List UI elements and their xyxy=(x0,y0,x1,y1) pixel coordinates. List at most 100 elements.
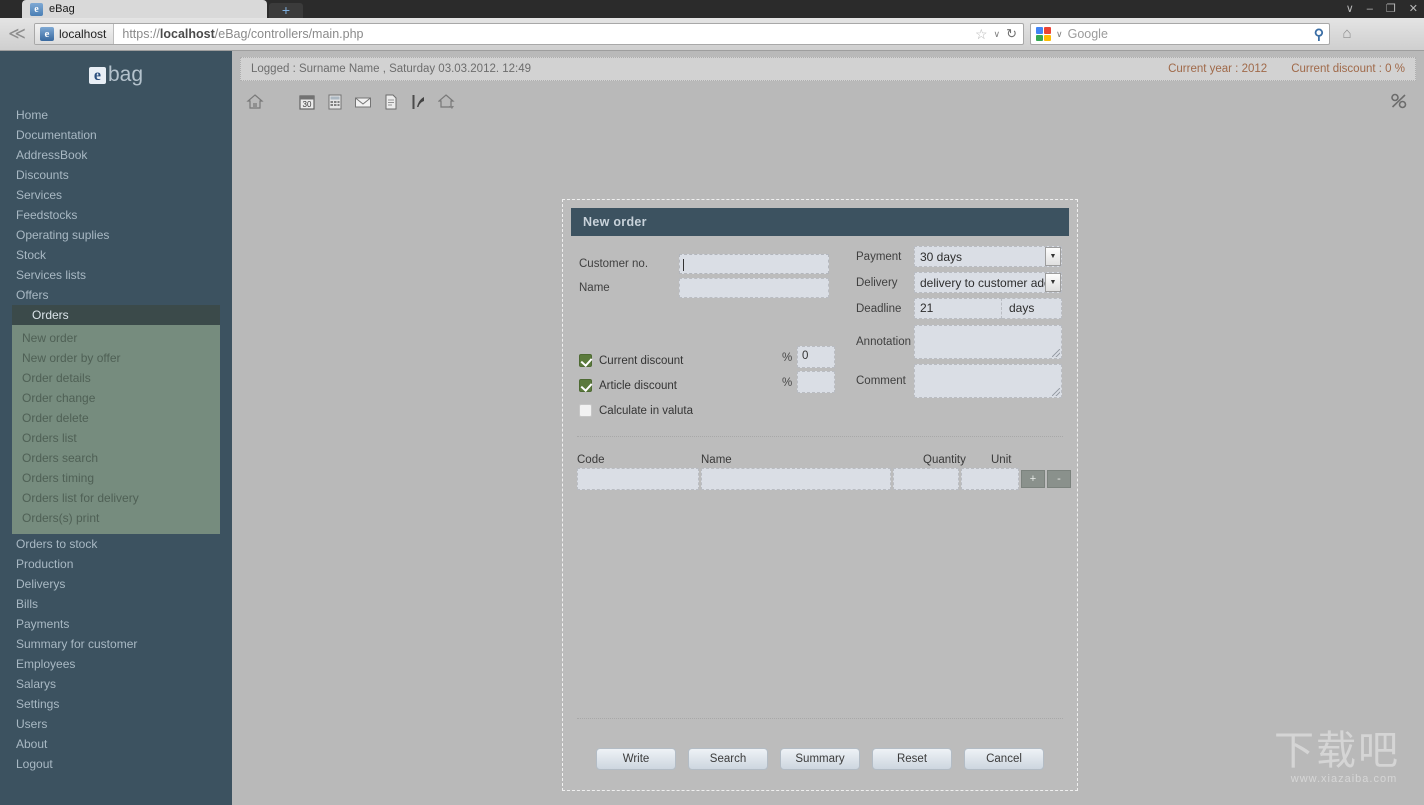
reset-button[interactable]: Reset xyxy=(872,748,952,770)
sidebar-item-orders-to-stock[interactable]: Orders to stock xyxy=(0,534,232,554)
chart-icon[interactable] xyxy=(410,93,428,111)
item-unit-input[interactable] xyxy=(961,468,1019,490)
sidebar-item-documentation[interactable]: Documentation xyxy=(0,125,232,145)
sidebar-item-stock[interactable]: Stock xyxy=(0,245,232,265)
maximize-icon[interactable]: ❐ xyxy=(1386,0,1396,18)
submenu-item-new-order-by-offer[interactable]: New order by offer xyxy=(12,348,220,368)
back-icon[interactable]: ≪ xyxy=(6,23,28,45)
bookmark-star-icon[interactable]: ☆ xyxy=(975,26,988,43)
reload-icon[interactable]: ↻ xyxy=(1006,26,1017,42)
sidebar-item-settings[interactable]: Settings xyxy=(0,694,232,714)
browser-tab[interactable]: e eBag xyxy=(22,0,267,18)
sidebar-item-payments[interactable]: Payments xyxy=(0,614,232,634)
sidebar-item-summary-for-customer[interactable]: Summary for customer xyxy=(0,634,232,654)
document-icon[interactable] xyxy=(382,93,400,111)
annotation-textarea[interactable] xyxy=(914,325,1062,359)
home-icon[interactable] xyxy=(246,93,264,111)
sidebar-item-services-lists[interactable]: Services lists xyxy=(0,265,232,285)
new-tab-button[interactable]: + xyxy=(269,3,303,18)
sidebar-item-production[interactable]: Production xyxy=(0,554,232,574)
submenu-item-order-details[interactable]: Order details xyxy=(12,368,220,388)
submenu-item-orders-search[interactable]: Orders search xyxy=(12,448,220,468)
search-button[interactable]: Search xyxy=(688,748,768,770)
item-quantity-input[interactable] xyxy=(893,468,959,490)
summary-button[interactable]: Summary xyxy=(780,748,860,770)
chevron-down-icon[interactable]: ∨ xyxy=(994,29,1001,40)
sidebar-item-services[interactable]: Services xyxy=(0,185,232,205)
site-identity-button[interactable]: e localhost xyxy=(35,24,115,44)
payment-select[interactable]: 30 days ▼ xyxy=(914,246,1062,267)
percent-icon[interactable] xyxy=(1390,92,1408,110)
article-discount-input[interactable] xyxy=(797,371,835,393)
submenu-item-order-delete[interactable]: Order delete xyxy=(12,408,220,428)
comment-textarea[interactable] xyxy=(914,364,1062,398)
sidebar-item-deliverys[interactable]: Deliverys xyxy=(0,574,232,594)
submenu-item-orders-list-delivery[interactable]: Orders list for delivery xyxy=(12,488,220,508)
close-icon[interactable]: ✕ xyxy=(1409,0,1418,18)
sidebar-item-offers[interactable]: Offers xyxy=(0,285,232,305)
mail-icon[interactable] xyxy=(354,93,372,111)
submenu-item-order-change[interactable]: Order change xyxy=(12,388,220,408)
remove-item-button[interactable]: - xyxy=(1047,470,1071,488)
current-year: Current year : 2012 xyxy=(1168,63,1268,75)
submenu-item-new-order[interactable]: New order xyxy=(12,328,220,348)
sidebar-item-employees[interactable]: Employees xyxy=(0,654,232,674)
submenu-item-orders-timing[interactable]: Orders timing xyxy=(12,468,220,488)
chevron-down-icon[interactable]: ▼ xyxy=(1045,273,1061,292)
customer-no-input[interactable] xyxy=(679,254,829,274)
item-code-input[interactable] xyxy=(577,468,699,490)
window-controls: ∨ – ❐ ✕ xyxy=(1346,0,1418,18)
submenu-item-orders-list[interactable]: Orders list xyxy=(12,428,220,448)
current-discount-input[interactable]: 0 xyxy=(797,346,835,368)
percent-sign-current: % xyxy=(782,352,793,364)
new-order-panel: New order Customer no. Name Current disc… xyxy=(562,199,1078,791)
article-discount-checkbox[interactable] xyxy=(579,379,592,392)
item-name-input[interactable] xyxy=(701,468,891,490)
search-icon[interactable]: ⚲ xyxy=(1314,26,1324,43)
sidebar-item-home[interactable]: Home xyxy=(0,105,232,125)
table-header-row: Code Name Quantity Unit xyxy=(577,454,1071,466)
sidebar-item-about[interactable]: About xyxy=(0,734,232,754)
calculate-in-valuta-checkbox[interactable] xyxy=(579,404,592,417)
sidebar-item-salarys[interactable]: Salarys xyxy=(0,674,232,694)
delivery-select-value: delivery to customer add xyxy=(920,275,1051,290)
column-header-unit: Unit xyxy=(991,454,1012,466)
home-export-icon[interactable] xyxy=(437,93,456,111)
sidebar-item-bills[interactable]: Bills xyxy=(0,594,232,614)
logged-in-text: Logged : Surname Name , Saturday 03.03.2… xyxy=(251,63,532,75)
address-bar-actions: ☆ ∨ ↻ xyxy=(975,26,1023,43)
customer-name-label: Name xyxy=(579,282,610,294)
sidebar-item-users[interactable]: Users xyxy=(0,714,232,734)
order-settings: Payment 30 days ▼ Delivery delivery to c… xyxy=(856,246,1071,403)
sidebar-item-operating-suplies[interactable]: Operating suplies xyxy=(0,225,232,245)
site-identity-label: localhost xyxy=(59,27,107,41)
chevron-down-icon[interactable]: ∨ xyxy=(1056,29,1063,40)
write-button[interactable]: Write xyxy=(596,748,676,770)
toolbar: 30 xyxy=(240,87,1416,117)
add-item-button[interactable]: + xyxy=(1021,470,1045,488)
submenu-item-orders-print[interactable]: Orders(s) print xyxy=(12,508,220,528)
column-header-code: Code xyxy=(577,454,605,466)
delivery-select[interactable]: delivery to customer add ▼ xyxy=(914,272,1062,293)
sidebar-item-addressbook[interactable]: AddressBook xyxy=(0,145,232,165)
customer-name-input[interactable] xyxy=(679,278,829,298)
deadline-input[interactable]: 21 xyxy=(914,298,1002,319)
search-bar[interactable]: ∨ Google ⚲ xyxy=(1030,23,1330,45)
logo-text: bag xyxy=(107,63,144,86)
chevron-down-icon[interactable]: ∨ xyxy=(1346,0,1354,18)
sidebar-item-orders[interactable]: Orders xyxy=(12,305,220,325)
calendar-icon[interactable]: 30 xyxy=(298,93,316,111)
sidebar-item-discounts[interactable]: Discounts xyxy=(0,165,232,185)
sidebar-item-feedstocks[interactable]: Feedstocks xyxy=(0,205,232,225)
chevron-down-icon[interactable]: ▼ xyxy=(1045,247,1061,266)
home-icon[interactable]: ⌂ xyxy=(1336,23,1358,45)
cancel-button[interactable]: Cancel xyxy=(964,748,1044,770)
calculate-valuta-row[interactable]: Calculate in valuta xyxy=(579,398,844,423)
minimize-icon[interactable]: – xyxy=(1367,0,1373,18)
sidebar-item-logout[interactable]: Logout xyxy=(0,754,232,774)
current-discount-checkbox[interactable] xyxy=(579,354,592,367)
search-input[interactable]: Google xyxy=(1068,27,1108,41)
address-bar[interactable]: e localhost https://localhost/eBag/contr… xyxy=(34,23,1024,45)
calculator-icon[interactable] xyxy=(326,93,344,111)
column-header-quantity: Quantity xyxy=(923,454,966,466)
